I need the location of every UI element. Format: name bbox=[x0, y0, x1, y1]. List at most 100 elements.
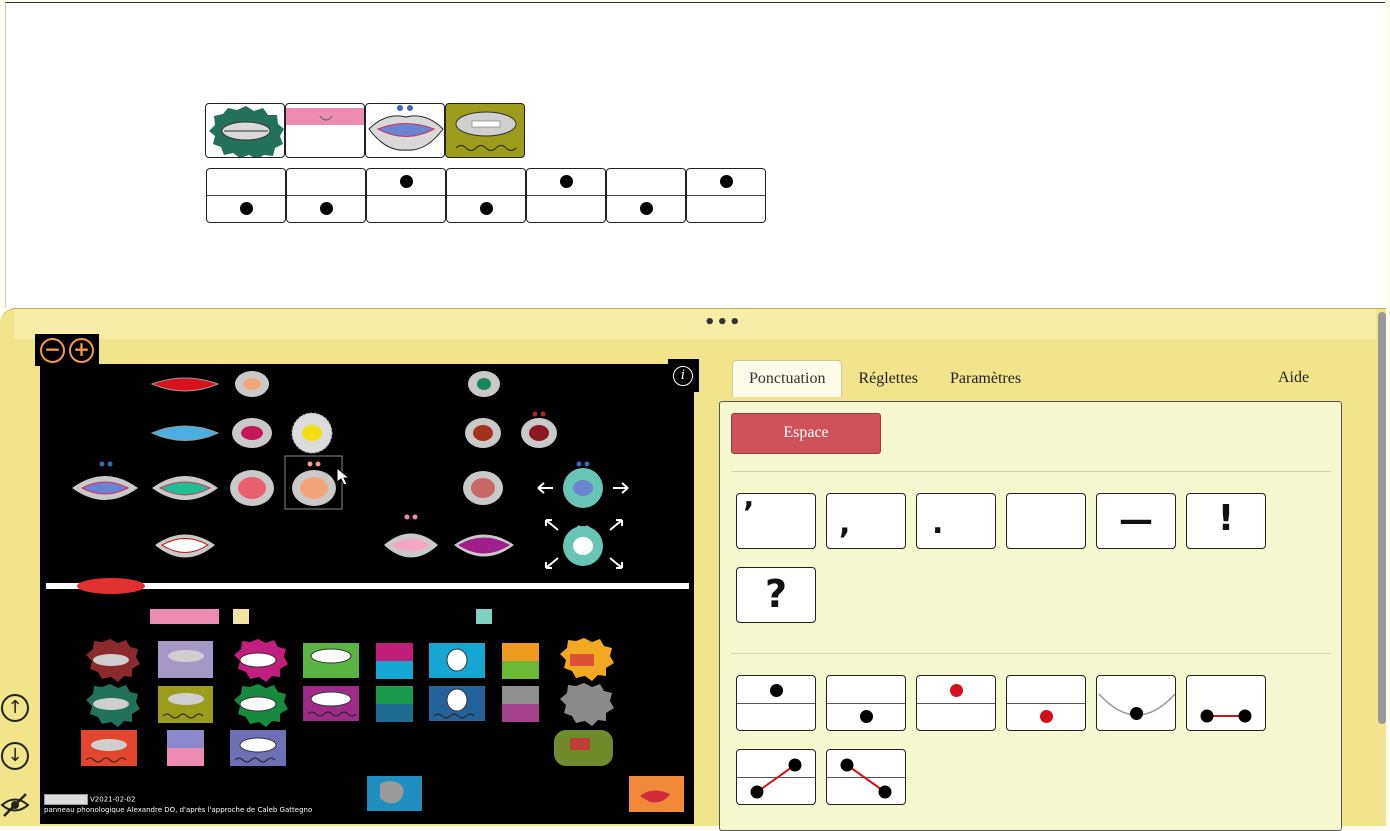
question-button[interactable]: ? bbox=[736, 567, 816, 623]
lips-red-wide-icon bbox=[150, 377, 220, 392]
lips-light-pink-icon bbox=[384, 514, 438, 558]
tile-purple-icon bbox=[303, 686, 359, 721]
dot-top bbox=[770, 684, 783, 697]
stress-top-card[interactable] bbox=[736, 675, 816, 731]
lips-brown-round-icon bbox=[465, 418, 501, 448]
lips-darkred-round-icon bbox=[521, 411, 557, 448]
dot-card[interactable] bbox=[606, 168, 686, 223]
dot-row bbox=[206, 168, 766, 223]
tab-bar: Ponctuation Réglettes Paramètres bbox=[732, 360, 1037, 397]
rising-link-card[interactable] bbox=[736, 749, 816, 805]
lips-pink-round-icon bbox=[230, 470, 274, 506]
info-button[interactable]: i bbox=[668, 359, 699, 392]
punctuation-panel: Espace ’ , . — ! ? bbox=[719, 401, 1342, 831]
dot-bottom bbox=[240, 202, 253, 215]
scroll-up-button[interactable]: ↑ bbox=[1, 694, 29, 722]
word-card-blue-lips[interactable] bbox=[365, 103, 445, 158]
falling-link-card[interactable] bbox=[826, 749, 906, 805]
dot-card[interactable] bbox=[366, 168, 446, 223]
tile-red-icon bbox=[81, 730, 137, 766]
lips-green-round-icon bbox=[468, 371, 500, 397]
lips-blue-icon bbox=[368, 105, 444, 151]
tab-ponctuation[interactable]: Ponctuation bbox=[732, 360, 843, 397]
tile-orange-green-icon bbox=[502, 643, 539, 679]
divider bbox=[731, 471, 1331, 472]
tab-reglettes[interactable]: Réglettes bbox=[842, 361, 934, 397]
tile-lavender-pink-icon bbox=[167, 730, 204, 766]
stress-bottom-red-card[interactable] bbox=[1006, 675, 1086, 731]
lips-blue-dotted-icon bbox=[72, 461, 138, 500]
rising-link-icon bbox=[750, 758, 802, 799]
liaison-curve-card[interactable] bbox=[1096, 675, 1176, 731]
tile-magenta-star-icon bbox=[234, 639, 288, 682]
dot-bottom bbox=[320, 202, 333, 215]
zoom-out-button[interactable]: − bbox=[40, 337, 65, 363]
credits-line: panneau phonologique Alexandre DO, d'apr… bbox=[44, 806, 313, 814]
mouth-diagram-thumbnail-icon bbox=[629, 776, 684, 812]
version-label: V2021-02-02 bbox=[90, 795, 136, 804]
phoneme-grid bbox=[46, 371, 689, 812]
exclamation-button[interactable]: ! bbox=[1186, 493, 1266, 549]
dot-bottom bbox=[1130, 707, 1143, 720]
period-button[interactable]: . bbox=[916, 493, 996, 549]
tile-green-navy-icon bbox=[376, 686, 413, 722]
phonological-board: V2021-02-02 panneau phonologique Alexand… bbox=[40, 364, 694, 824]
zoom-controls: − + bbox=[35, 334, 99, 366]
liaison-link-card[interactable] bbox=[1186, 675, 1266, 731]
word-row bbox=[205, 103, 525, 158]
tab-parametres[interactable]: Paramètres bbox=[934, 361, 1037, 397]
tile-green-star-icon bbox=[234, 684, 288, 727]
tile-teal-star-icon bbox=[86, 684, 140, 727]
lips-green-star-icon bbox=[209, 106, 284, 157]
tile-cyan-round-icon bbox=[429, 643, 485, 678]
dot-top bbox=[400, 175, 413, 188]
dot-card[interactable] bbox=[686, 168, 766, 223]
dot-top bbox=[720, 175, 733, 188]
dot-top bbox=[560, 175, 573, 188]
word-card-pink-bar[interactable] bbox=[285, 103, 365, 158]
credits: V2021-02-02 panneau phonologique Alexand… bbox=[44, 794, 312, 815]
apostrophe-button[interactable]: ’ bbox=[736, 493, 816, 549]
lips-purple-wide-icon bbox=[454, 534, 514, 557]
zoom-in-button[interactable]: + bbox=[69, 337, 94, 363]
dot-card[interactable] bbox=[286, 168, 366, 223]
eye-hidden-icon[interactable] bbox=[0, 792, 30, 818]
dash-button[interactable]: — bbox=[1096, 493, 1176, 549]
stress-top-red-card[interactable] bbox=[916, 675, 996, 731]
dot-card[interactable] bbox=[206, 168, 286, 223]
tile-gray-magenta-icon bbox=[502, 686, 539, 722]
teeth-olive-icon bbox=[455, 111, 517, 151]
tile-green-icon bbox=[303, 643, 359, 678]
blank-button[interactable] bbox=[1006, 493, 1086, 549]
panel-scrollbar[interactable] bbox=[1378, 312, 1386, 724]
lips-peach-round-icon bbox=[235, 371, 269, 397]
tile-navy-round-icon bbox=[429, 686, 485, 721]
lips-yellow-fuzzy-icon bbox=[291, 412, 333, 454]
map-thumbnail-icon bbox=[367, 776, 422, 811]
lips-cyan-wide-icon bbox=[150, 425, 220, 441]
stress-bottom-card[interactable] bbox=[826, 675, 906, 731]
teal-square-icon bbox=[476, 609, 492, 624]
space-button[interactable]: Espace bbox=[731, 413, 881, 454]
cursor-hand-icon bbox=[336, 466, 351, 486]
word-card-green-star[interactable] bbox=[205, 103, 285, 158]
tab-aide[interactable]: Aide bbox=[1278, 369, 1309, 387]
dot-bottom bbox=[480, 202, 493, 215]
divider bbox=[731, 653, 1331, 654]
word-card-olive-mouth[interactable] bbox=[445, 103, 525, 158]
tile-olive-icon bbox=[158, 686, 213, 723]
lips-orange-selected-icon bbox=[284, 455, 343, 510]
scroll-down-button[interactable]: ↓ bbox=[1, 742, 29, 770]
tile-magenta-cyan-icon bbox=[376, 643, 413, 679]
comma-button[interactable]: , bbox=[826, 493, 906, 549]
dot-bottom bbox=[640, 202, 653, 215]
pink-bar-small-icon bbox=[150, 609, 219, 624]
dot-card[interactable] bbox=[526, 168, 606, 223]
yellow-square-icon bbox=[233, 609, 249, 624]
lips-rose-round-icon bbox=[463, 471, 503, 505]
lips-magenta-round-icon bbox=[232, 418, 272, 448]
info-icon: i bbox=[673, 366, 693, 386]
panel-drag-handle[interactable]: ••• bbox=[14, 309, 1376, 339]
dot-card[interactable] bbox=[446, 168, 526, 223]
tile-maroon-star-icon bbox=[86, 639, 140, 682]
